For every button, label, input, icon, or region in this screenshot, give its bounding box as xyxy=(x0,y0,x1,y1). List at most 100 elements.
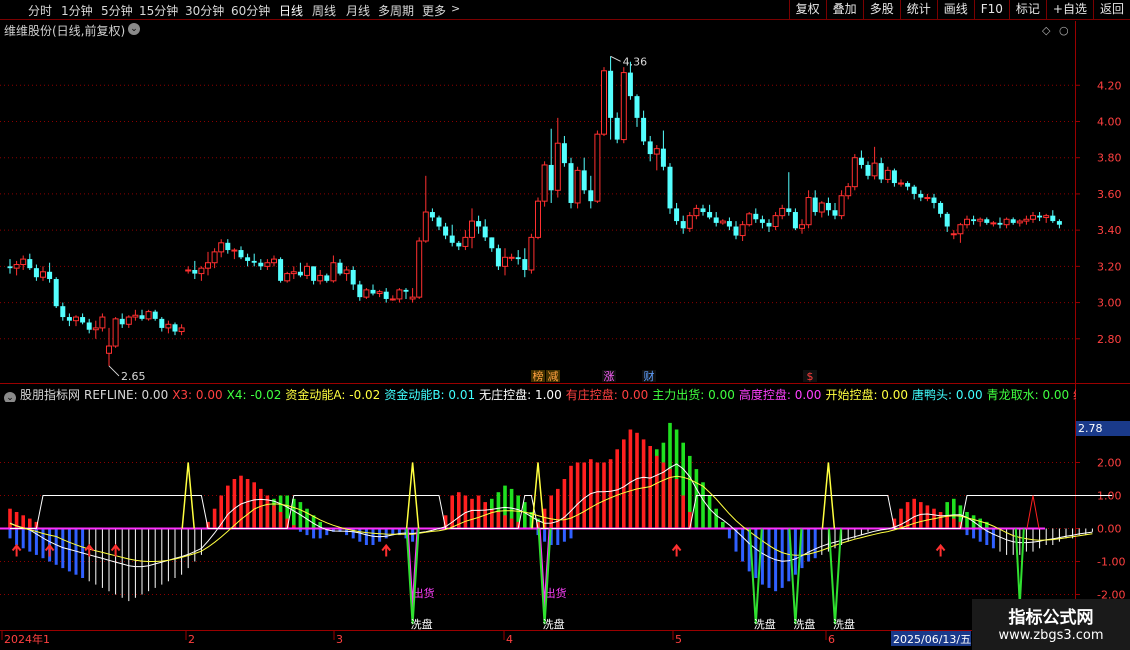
candle-body xyxy=(278,259,284,281)
candle xyxy=(693,204,700,220)
candle xyxy=(363,288,370,299)
control-bar xyxy=(945,515,949,529)
candle xyxy=(264,259,271,270)
sell-signal-label: 出货 xyxy=(545,586,567,600)
event-tag[interactable]: 榜 xyxy=(533,369,544,383)
candle-body xyxy=(396,289,403,300)
candle-body xyxy=(456,242,462,247)
control-bar xyxy=(582,462,586,529)
candle-body xyxy=(753,213,759,220)
candle xyxy=(132,309,139,321)
control-bar xyxy=(595,462,600,529)
event-tag[interactable]: $ xyxy=(807,370,814,383)
indicator-legend: ⌄ 股朋指标网 REFLINE: 0.00 X3: 0.00 X4: -0.02 资金动能… xyxy=(0,386,1076,402)
candle xyxy=(674,202,680,225)
candle-body xyxy=(515,257,521,260)
candle-body xyxy=(238,250,244,258)
candle xyxy=(561,135,567,167)
indicator-tick-label: -1.00 xyxy=(1097,556,1125,569)
candle-body xyxy=(977,218,984,222)
candle xyxy=(172,322,178,336)
event-tag[interactable]: 财 xyxy=(644,369,655,383)
candle-body xyxy=(1003,218,1010,226)
control-bar xyxy=(509,518,514,529)
candle xyxy=(192,260,198,280)
control-bar xyxy=(899,508,903,529)
candle xyxy=(1050,210,1056,223)
event-tag[interactable]: 减 xyxy=(548,370,559,383)
indicator-legend-item-2: X3: 0.00 xyxy=(172,388,223,402)
low-pointer xyxy=(108,365,120,377)
candle-body xyxy=(931,197,937,203)
candle-body xyxy=(620,72,627,141)
price-tick-label: 3.00 xyxy=(1097,297,1122,310)
candle-body xyxy=(1010,219,1016,223)
candle xyxy=(700,204,706,216)
candle-body xyxy=(1056,221,1062,225)
candle-body xyxy=(409,296,416,300)
wash-signal-line xyxy=(537,528,552,625)
candle-body xyxy=(858,157,864,165)
candle-body xyxy=(766,222,772,227)
candle-body xyxy=(436,217,442,227)
date-tick-label: 2024年1 xyxy=(4,632,50,646)
date-tick-label: 3 xyxy=(336,633,343,646)
indicator-legend-item-0: 股朋指标网 xyxy=(20,388,81,402)
candle-body xyxy=(865,164,871,176)
candle-body xyxy=(851,157,858,188)
chart-area: 4.20 4.00 3.80 3.60 3.40 3.20 3.00 2.80 4.36 2.6… xyxy=(0,21,1130,650)
candle-body xyxy=(878,163,884,180)
candle-body xyxy=(707,212,713,218)
candle xyxy=(964,215,970,229)
indicator-dropdown-chevron-down-icon[interactable]: ⌄ xyxy=(4,392,16,402)
indicator-legend-item-1: REFLINE: 0.00 xyxy=(84,388,169,402)
candle xyxy=(588,175,594,209)
event-tag[interactable]: 涨 xyxy=(604,370,615,383)
price-tick-label: 3.40 xyxy=(1097,224,1122,237)
candle-body xyxy=(1030,215,1036,220)
candle xyxy=(495,244,501,270)
candle xyxy=(898,179,904,187)
control-bar xyxy=(503,515,507,529)
candle-body xyxy=(508,256,515,259)
diamond-icon[interactable]: ◇ xyxy=(1042,24,1051,37)
candle-body xyxy=(106,345,112,354)
control-bar xyxy=(674,479,679,529)
wash-signal-label: 洗盘 xyxy=(543,617,565,631)
candle-body xyxy=(786,208,792,213)
candle xyxy=(719,219,726,225)
candle-body xyxy=(779,207,786,217)
candle-body xyxy=(574,169,581,204)
indicator-legend-item-7: 有庄控盘: 0.00 xyxy=(565,388,649,402)
price-tick-label: 3.80 xyxy=(1097,152,1122,165)
control-bar xyxy=(226,485,230,529)
candle-body xyxy=(818,202,825,213)
control-bar xyxy=(28,518,32,529)
candle-body xyxy=(1023,218,1030,222)
indicator-legend-item-10: 开始控盘: 0.00 xyxy=(825,388,909,402)
candle-body xyxy=(944,213,950,227)
indicator-legend-item-9: 高度控盘: 0.00 xyxy=(738,388,822,402)
indicator-legend-item-13: 绝买: 0.00 xyxy=(1073,388,1076,402)
candle xyxy=(145,309,152,321)
control-bar xyxy=(925,505,930,529)
candle-body xyxy=(7,266,13,269)
control-bar xyxy=(938,512,943,529)
candle xyxy=(278,257,284,283)
candle xyxy=(944,212,950,232)
candle xyxy=(80,313,86,325)
control-bar xyxy=(608,459,613,529)
candle xyxy=(238,246,244,260)
candle-body xyxy=(1037,215,1043,218)
candle xyxy=(997,217,1003,229)
candle xyxy=(469,208,475,249)
candle-body xyxy=(805,197,812,226)
candle-body xyxy=(686,215,693,229)
candle xyxy=(476,215,482,234)
candle-body xyxy=(192,269,198,274)
settings-circle-icon[interactable]: ○ xyxy=(1059,24,1069,37)
candle xyxy=(152,309,158,321)
candle xyxy=(924,193,931,202)
distribution-bar xyxy=(694,469,699,529)
candle xyxy=(416,237,423,299)
